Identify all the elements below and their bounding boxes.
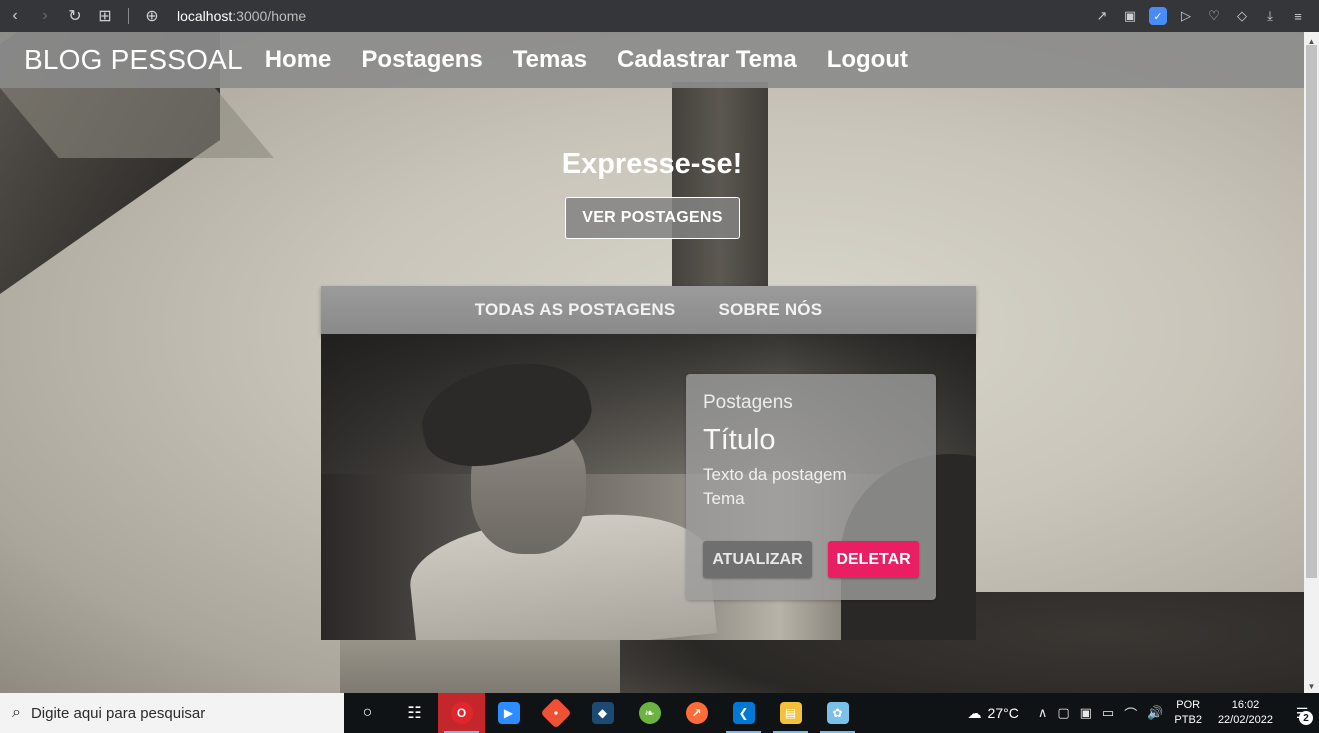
zoom-icon[interactable]: ▶ xyxy=(485,693,532,733)
download-icon[interactable]: ⤓ xyxy=(1261,7,1279,25)
nav-link-logout[interactable]: Logout xyxy=(827,46,908,74)
brand-logo[interactable]: BLOG PESSOAL xyxy=(24,44,243,76)
search-icon: ⌕ xyxy=(12,704,21,721)
page-viewport: BLOG PESSOAL Home Postagens Temas Cadast… xyxy=(0,32,1304,693)
cube-icon[interactable]: ◇ xyxy=(1233,7,1251,25)
clock[interactable]: 16:02 22/02/2022 xyxy=(1218,698,1273,728)
nav-link-postagens[interactable]: Postagens xyxy=(361,46,482,74)
reload-icon[interactable]: ↻ xyxy=(60,0,90,32)
paint-icon[interactable]: ✿ xyxy=(814,693,861,733)
tab-all-posts[interactable]: TODAS AS POSTAGENS xyxy=(475,300,676,320)
wifi-icon[interactable]: ⌒ xyxy=(1124,704,1137,723)
globe-icon: ⊕ xyxy=(145,8,159,25)
chevron-up-icon[interactable]: ∧ xyxy=(1038,705,1048,721)
post-title: Título xyxy=(703,424,776,456)
scroll-down-icon[interactable]: ▼ xyxy=(1304,679,1319,693)
postman-icon[interactable]: ↗ xyxy=(673,693,720,733)
language-code: POR xyxy=(1176,699,1201,711)
file-explorer-icon[interactable]: ▤ xyxy=(767,693,814,733)
nav-link-home[interactable]: Home xyxy=(265,46,332,74)
notification-badge: 2 xyxy=(1299,711,1313,725)
delete-button[interactable]: DELETAR xyxy=(828,541,919,578)
browser-toolbar: ‹ › ↻ ⊞ ⊕ localhost:3000/home ↗ ▣ ✓ ▷ ♡ … xyxy=(0,0,1319,32)
send-icon[interactable]: ▷ xyxy=(1177,7,1195,25)
post-text: Texto da postagem xyxy=(703,465,847,484)
taskbar-search-input[interactable]: ⌕ Digite aqui para pesquisar xyxy=(0,693,344,733)
notification-center-icon[interactable]: ☰ 2 xyxy=(1285,693,1319,733)
grid-icon[interactable]: ⊞ xyxy=(90,0,120,32)
vscode-icon[interactable]: ❮ xyxy=(720,693,767,733)
post-card: Postagens Título Texto da postagem Tema … xyxy=(686,374,936,600)
update-button[interactable]: ATUALIZAR xyxy=(703,541,812,578)
post-background-image: Postagens Título Texto da postagem Tema … xyxy=(321,334,976,640)
temperature: 27°C xyxy=(987,705,1019,721)
toolbar-divider xyxy=(128,8,129,24)
posts-card: TODAS AS POSTAGENS SOBRE NÓS Postagens T… xyxy=(321,286,976,640)
tab-about-us[interactable]: SOBRE NÓS xyxy=(718,300,822,320)
system-tray: ☁ 27°C ∧ ▢ ▣ ▭ ⌒ 🔊 POR PTB2 16:02 22/02/… xyxy=(968,693,1319,733)
post-actions: ATUALIZAR DELETAR xyxy=(703,541,919,578)
post-subtitle: Postagens xyxy=(703,392,793,413)
task-view-icon[interactable]: ☷ xyxy=(391,693,438,733)
language-indicator[interactable]: POR PTB2 xyxy=(1174,698,1202,728)
tab-bar: TODAS AS POSTAGENS SOBRE NÓS xyxy=(321,286,976,334)
nav-link-cadastrar-tema[interactable]: Cadastrar Tema xyxy=(617,46,797,74)
address-bar[interactable]: localhost:3000/home xyxy=(177,8,306,24)
clock-time: 16:02 xyxy=(1231,699,1260,711)
menu-icon[interactable]: ≡ xyxy=(1289,7,1307,25)
windows-taskbar: ⌕ Digite aqui para pesquisar ○ ☷ O ▶ • ◆… xyxy=(0,693,1319,733)
search-placeholder: Digite aqui para pesquisar xyxy=(30,704,206,722)
database-icon[interactable]: ◆ xyxy=(579,693,626,733)
back-arrow-icon[interactable]: ‹ xyxy=(0,0,30,32)
view-posts-button[interactable]: VER POSTAGENS xyxy=(565,197,740,239)
nav-link-temas[interactable]: Temas xyxy=(513,46,587,74)
forward-arrow-icon[interactable]: › xyxy=(30,0,60,32)
volume-icon[interactable]: 🔊 xyxy=(1147,705,1163,721)
spring-icon[interactable]: ❧ xyxy=(626,693,673,733)
cortana-icon[interactable]: ○ xyxy=(344,693,391,733)
share-icon[interactable]: ↗ xyxy=(1093,7,1111,25)
cloud-sun-icon: ☁ xyxy=(967,704,982,721)
url-host: localhost xyxy=(177,8,233,24)
keyboard-layout: PTB2 xyxy=(1174,714,1202,726)
url-path: :3000/home xyxy=(232,8,307,24)
hero-title: Expresse-se! xyxy=(561,148,743,180)
security-icon[interactable]: ▣ xyxy=(1080,705,1092,721)
heart-icon[interactable]: ♡ xyxy=(1205,7,1223,25)
git-icon[interactable]: • xyxy=(532,693,579,733)
app-navbar: BLOG PESSOAL Home Postagens Temas Cadast… xyxy=(0,32,1304,88)
opera-browser-icon[interactable]: O xyxy=(438,693,485,733)
brave-shield-icon[interactable]: ✓ xyxy=(1149,7,1167,25)
scrollbar-thumb[interactable] xyxy=(1306,45,1317,578)
browser-actions: ↗ ▣ ✓ ▷ ♡ ◇ ⤓ ≡ xyxy=(1093,0,1307,32)
background-photo-building xyxy=(340,632,640,693)
weather-widget[interactable]: ☁ 27°C xyxy=(968,705,1019,722)
battery-icon[interactable]: ▭ xyxy=(1102,705,1114,721)
post-theme: Tema xyxy=(703,489,745,508)
camera-icon[interactable]: ▣ xyxy=(1121,7,1139,25)
meet-icon[interactable]: ▢ xyxy=(1057,705,1069,721)
clock-date: 22/02/2022 xyxy=(1217,714,1273,726)
